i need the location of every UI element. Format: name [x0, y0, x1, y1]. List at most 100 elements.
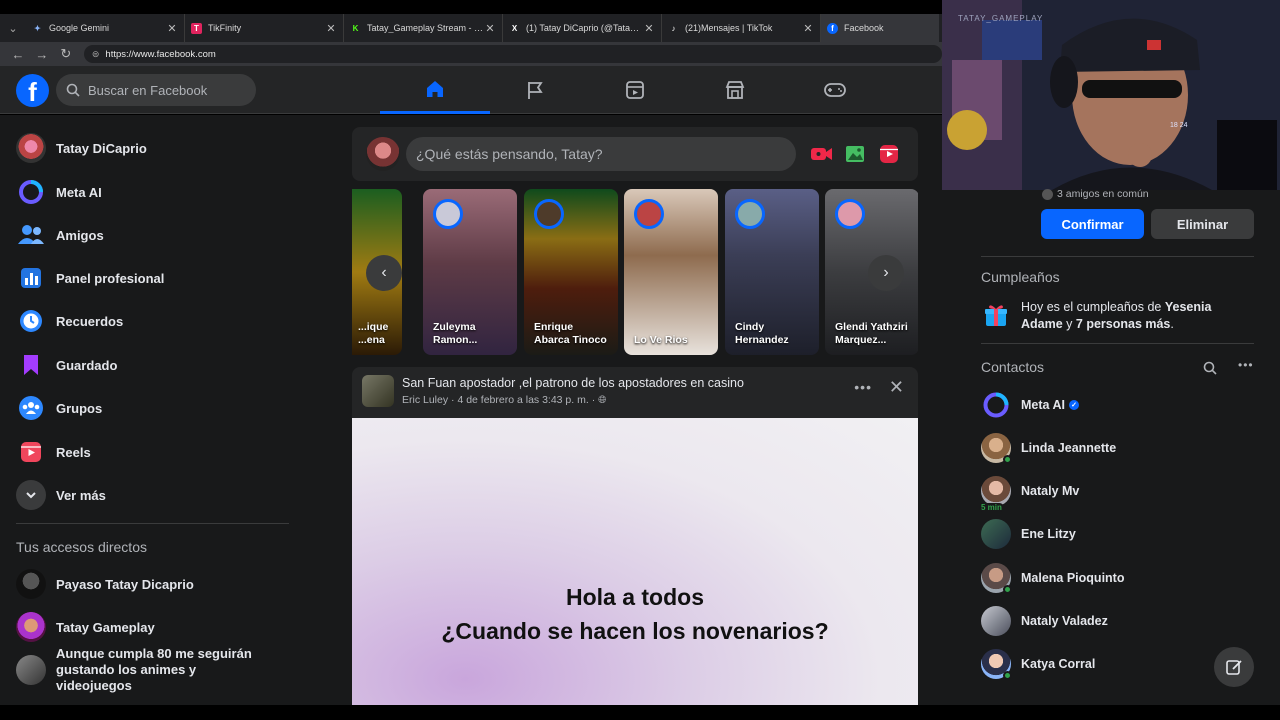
home-icon [427, 80, 443, 97]
sidebar-item-groups[interactable]: Grupos [16, 388, 102, 428]
avatar [981, 519, 1011, 549]
shortcut-item[interactable]: Aunque cumpla 80 me seguirán gustando lo… [16, 646, 256, 693]
shortcut-item[interactable]: Payaso Tatay Dicaprio [16, 564, 194, 604]
story-card[interactable]: Cindy Hernandez [725, 189, 819, 355]
birthday-others[interactable]: 7 personas más [1076, 317, 1171, 331]
shortcut-label: Payaso Tatay Dicaprio [56, 576, 194, 592]
birthdays-heading: Cumpleaños [981, 269, 1060, 285]
sidebar-item-dashboard[interactable]: Panel profesional [16, 258, 164, 298]
story-card[interactable]: Enrique Abarca Tinoco [524, 189, 618, 355]
nav-home[interactable] [380, 66, 490, 114]
contact-name: Nataly Valadez [1021, 614, 1108, 628]
composer-input[interactable]: ¿Qué estás pensando, Tatay? [406, 137, 796, 171]
nav-gaming[interactable] [780, 66, 890, 114]
mutual-friends-icon [1042, 188, 1053, 200]
sidebar-item-memories[interactable]: Recuerdos [16, 301, 123, 341]
nav-marketplace[interactable] [680, 66, 790, 114]
post-text-background: Hola a todos ¿Cuando se hacen los novena… [352, 418, 918, 707]
stories-carousel: ...ique ...ena Zuleyma Ramon... Enrique … [352, 189, 918, 357]
contact-item[interactable]: Malena Pioquinto [981, 561, 1124, 595]
photo-icon[interactable] [844, 143, 866, 165]
story-card[interactable]: Zuleyma Ramon... [423, 189, 517, 355]
sidebar-item-see-more[interactable]: Ver más [16, 475, 106, 515]
post-group-title[interactable]: San Fuan apostador ,el patrono de los ap… [402, 376, 744, 390]
contact-item[interactable]: Meta AI ✓ [981, 388, 1079, 422]
streamer-webcam-image [942, 0, 1280, 190]
sidebar-item-friends[interactable]: Amigos [16, 215, 104, 255]
close-tab-icon[interactable]: ✕ [484, 22, 496, 35]
story-card[interactable]: Lo Ve Rios [624, 189, 718, 355]
active-time-badge: 5 min [979, 503, 1004, 512]
browser-tabbar: ⌄ ✦ Google Gemini ✕ T TikFinity ✕ K Tata… [0, 14, 942, 42]
story-name: Cindy Hernandez [735, 321, 789, 346]
close-tab-icon[interactable]: ✕ [802, 22, 814, 35]
contact-item[interactable]: Katya Corral [981, 647, 1095, 681]
facebook-icon: f [827, 22, 838, 34]
browser-tab[interactable]: ✦ Google Gemini ✕ [26, 14, 185, 42]
avatar [16, 655, 46, 685]
tab-title: (21)Mensajes | TikTok [685, 23, 773, 33]
stories-next-button[interactable]: › [868, 255, 904, 291]
nav-pages[interactable] [480, 66, 590, 114]
kick-icon: K [352, 23, 359, 33]
facebook-logo[interactable]: f [16, 74, 49, 107]
nav-video[interactable] [580, 66, 690, 114]
forward-arrow-icon[interactable]: → [30, 47, 54, 62]
search-input[interactable]: Buscar en Facebook [56, 74, 256, 106]
contact-item[interactable]: Linda Jeannette [981, 431, 1116, 465]
tab-title: TikFinity [208, 23, 242, 33]
sidebar-item-profile[interactable]: Tatay DiCaprio [16, 128, 147, 168]
close-tab-icon[interactable]: ✕ [325, 22, 337, 35]
contact-item[interactable]: Nataly Valadez [981, 604, 1108, 638]
browser-tab[interactable]: X (1) Tatay DiCaprio (@Tatay_DiCap ✕ [503, 14, 662, 42]
right-divider [981, 343, 1254, 344]
contact-item[interactable]: Ene Litzy [981, 517, 1076, 551]
new-message-button[interactable] [1214, 647, 1254, 687]
avatar [981, 433, 1012, 464]
facebook-header: f Buscar en Facebook [0, 66, 942, 114]
close-icon[interactable]: ✕ [889, 377, 904, 398]
more-options-icon[interactable]: ••• [1238, 358, 1254, 372]
tab-list-button[interactable]: ⌄ [0, 14, 26, 42]
sidebar-item-saved[interactable]: Guardado [16, 345, 117, 385]
post-author[interactable]: Eric Luley [402, 394, 448, 406]
back-arrow-icon[interactable]: ← [6, 47, 30, 62]
friends-icon [16, 220, 46, 250]
browser-tab[interactable]: K Tatay_Gameplay Stream - Watch L ✕ [344, 14, 503, 42]
close-tab-icon[interactable]: ✕ [166, 22, 178, 35]
group-avatar[interactable] [362, 375, 394, 407]
scrollbar[interactable] [1266, 190, 1280, 705]
bottom-strip [0, 705, 1280, 720]
sidebar-item-reels[interactable]: Reels [16, 432, 91, 472]
sidebar-item-meta-ai[interactable]: Meta AI [16, 172, 102, 212]
stories-prev-button[interactable]: ‹ [366, 255, 402, 291]
tiktok-icon: ♪ [671, 23, 676, 33]
groups-icon [16, 393, 46, 423]
shortcut-item[interactable]: Tatay Gameplay [16, 607, 155, 647]
browser-tab-active[interactable]: f Facebook [821, 14, 939, 42]
delete-request-button[interactable]: Eliminar [1151, 209, 1254, 239]
close-tab-icon[interactable]: ✕ [643, 22, 655, 35]
site-info-icon[interactable]: ⊜ [92, 49, 100, 60]
contact-item[interactable]: 5 min Nataly Mv [979, 474, 1079, 512]
feed-post: San Fuan apostador ,el patrono de los ap… [352, 367, 918, 707]
avatar [16, 612, 46, 642]
webcam-overlay: TATAY_GAMEPLAY 18 24 [942, 0, 1280, 190]
post-date[interactable]: · 4 de febrero a las 3:43 p. m. · [451, 394, 595, 406]
url-field[interactable]: ⊜ https://www.facebook.com [83, 45, 943, 63]
more-options-icon[interactable]: ••• [854, 379, 872, 395]
reel-icon[interactable] [878, 143, 900, 165]
online-status [1003, 671, 1012, 680]
live-video-icon[interactable] [810, 144, 834, 164]
bookmark-icon [16, 350, 46, 380]
sidebar-item-label: Guardado [56, 357, 118, 373]
url-text: https://www.facebook.com [105, 48, 216, 60]
search-icon[interactable] [1203, 361, 1217, 375]
browser-tab[interactable]: T TikFinity ✕ [185, 14, 344, 42]
chevron-right-icon: › [883, 264, 889, 281]
shortcut-label: Tatay Gameplay [56, 619, 155, 635]
post-composer: ¿Qué estás pensando, Tatay? [352, 127, 918, 181]
confirm-friend-button[interactable]: Confirmar [1041, 209, 1144, 239]
browser-tab[interactable]: ♪ (21)Mensajes | TikTok ✕ [662, 14, 821, 42]
reload-icon[interactable]: ↻ [54, 46, 78, 62]
